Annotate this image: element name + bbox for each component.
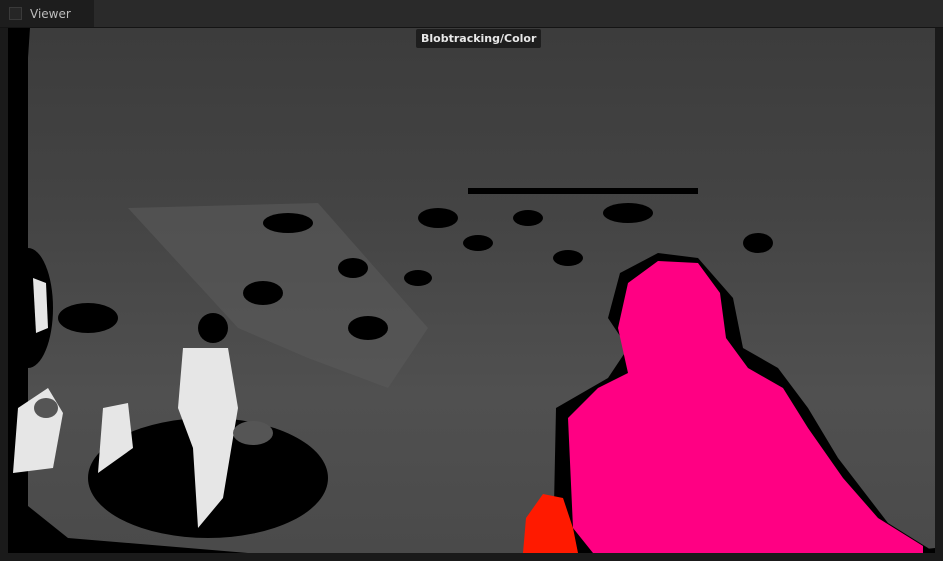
viewer-bottom-frame — [0, 553, 943, 561]
depth-viewer-canvas[interactable] — [8, 28, 935, 553]
viewer-overlay-label: Blobtracking/Color — [416, 29, 542, 48]
panel-icon — [9, 7, 22, 20]
tab-bar: Viewer — [0, 0, 943, 28]
depth-image — [8, 28, 935, 553]
tab-label: Viewer — [30, 6, 71, 21]
tab-viewer[interactable]: Viewer — [0, 0, 94, 27]
